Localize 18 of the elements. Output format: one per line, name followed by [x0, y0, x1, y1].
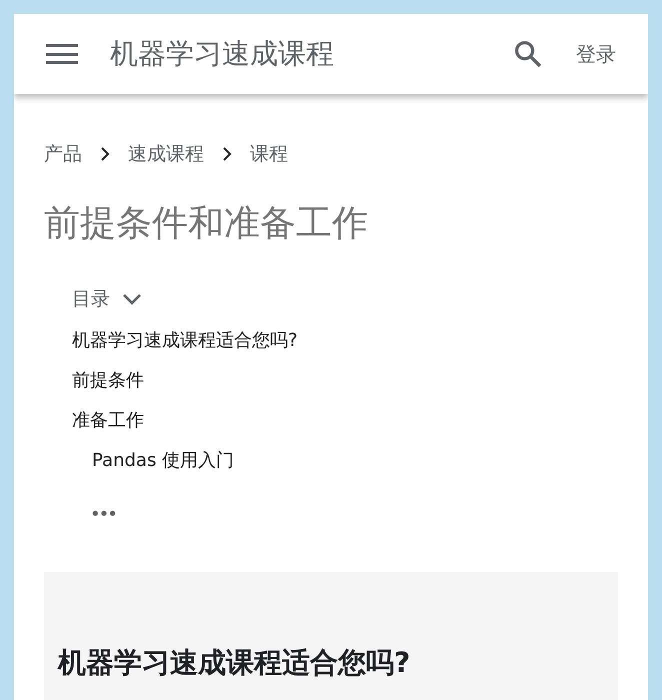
breadcrumb-link[interactable]: 速成课程 [128, 140, 204, 168]
chevron-down-icon [122, 292, 142, 305]
more-button[interactable]: ••• [90, 501, 116, 528]
toc-toggle[interactable]: 目录 [72, 284, 142, 313]
chevron-right-icon [100, 147, 110, 162]
toc-link[interactable]: Pandas 使用入门 [72, 441, 234, 481]
chevron-right-icon [222, 147, 232, 162]
search-icon[interactable] [512, 38, 544, 70]
sign-in-link[interactable]: 登录 [576, 39, 616, 69]
toc-link[interactable]: 前提条件 [72, 361, 144, 401]
page-title: 前提条件和准备工作 [44, 202, 369, 246]
toc-link[interactable]: 机器学习速成课程适合您吗? [72, 321, 298, 361]
breadcrumb-link[interactable]: 课程 [250, 140, 288, 168]
menu-icon[interactable] [46, 42, 78, 66]
toc-link[interactable]: 准备工作 [72, 401, 144, 441]
breadcrumb-link[interactable]: 产品 [44, 140, 82, 168]
section-heading: 机器学习速成课程适合您吗? [58, 645, 412, 681]
site-title: 机器学习速成课程 [110, 36, 334, 72]
